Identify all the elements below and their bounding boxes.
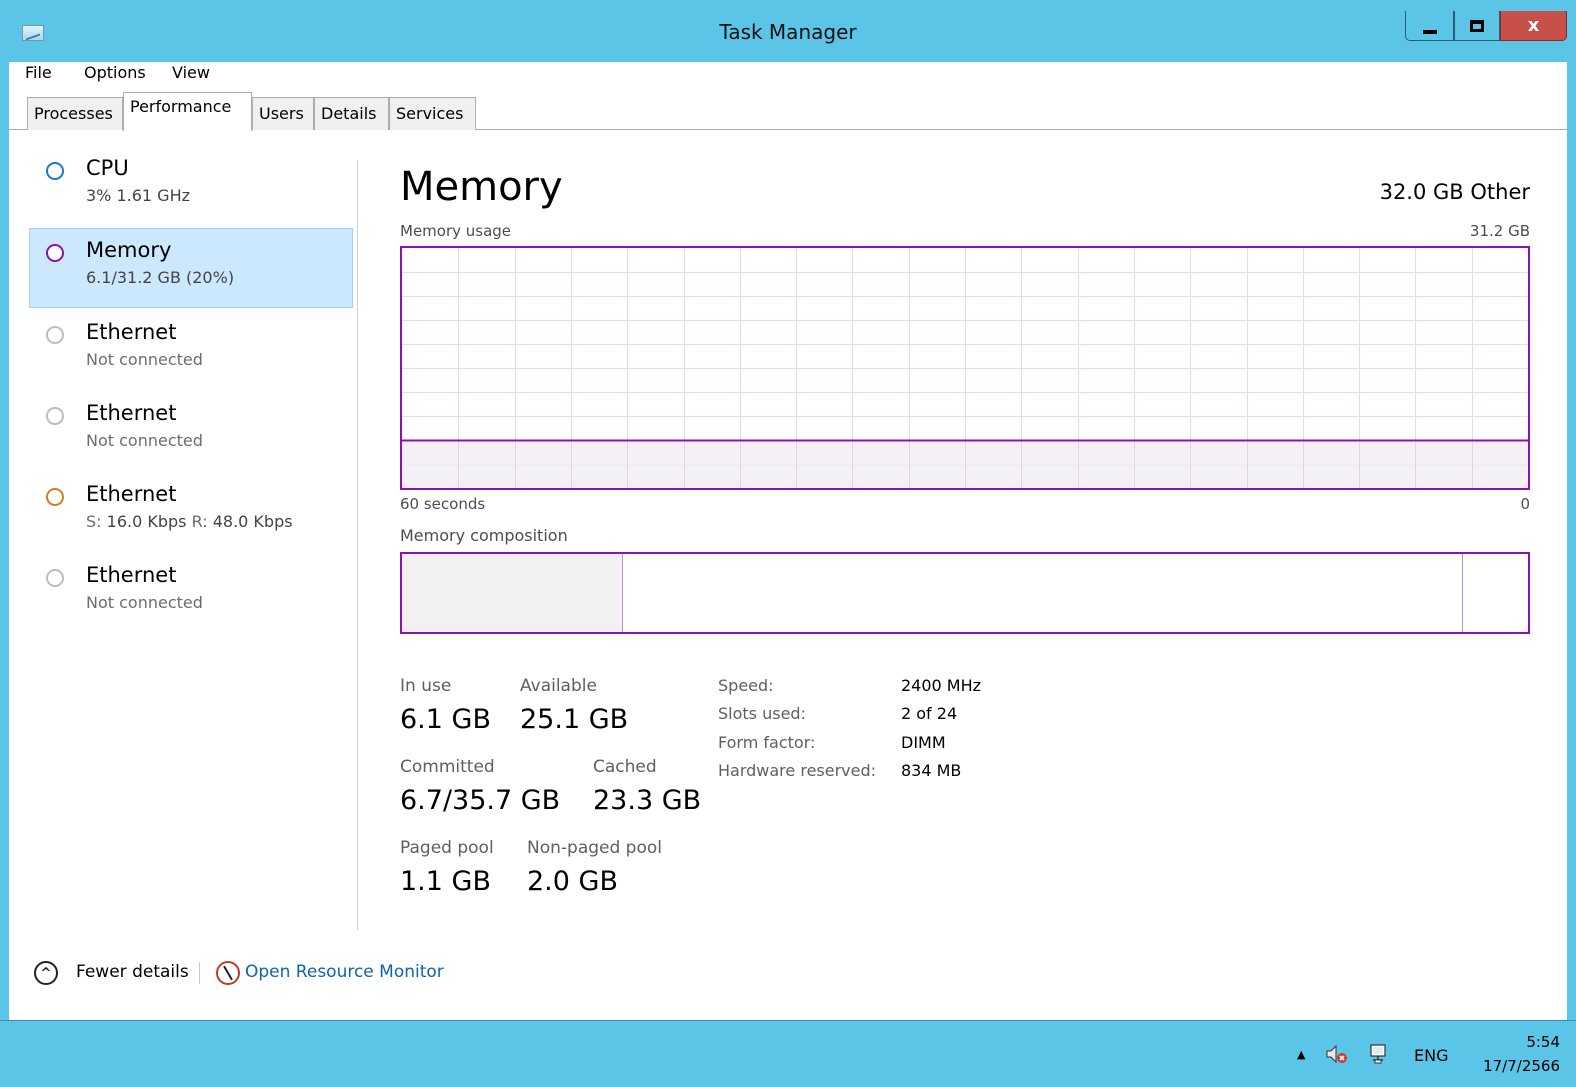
ethernet-status-ring-icon	[46, 326, 64, 344]
cached-label: Cached	[593, 757, 657, 777]
sidebar-item-memory[interactable]: Memory 6.1/31.2 GB (20%)	[29, 228, 353, 308]
ethernet-status-ring-icon	[46, 407, 64, 425]
available-value: 25.1 GB	[520, 704, 629, 735]
memory-composition-bar	[400, 552, 1530, 634]
memory-status-ring-icon	[46, 244, 64, 262]
speaker-muted-icon[interactable]	[1325, 1043, 1349, 1065]
slots-used-value: 2 of 24	[901, 704, 958, 723]
panel-splitter[interactable]	[357, 160, 358, 930]
form-factor-value: DIMM	[901, 733, 946, 752]
menu-options[interactable]: Options	[84, 63, 146, 82]
in-use-value: 6.1 GB	[400, 704, 491, 735]
usage-x-right-label: 0	[1520, 495, 1530, 513]
minimize-icon	[1422, 29, 1437, 34]
input-language-indicator[interactable]: ENG	[1414, 1046, 1448, 1065]
chevron-up-circle-icon[interactable]: ^	[34, 961, 58, 985]
sidebar-item-label: Ethernet	[86, 563, 177, 587]
sidebar-item-ethernet-1[interactable]: Ethernet Not connected	[29, 310, 353, 390]
menu-file[interactable]: File	[25, 63, 52, 82]
usage-max-label: 31.2 GB	[1469, 222, 1530, 240]
resource-total: 32.0 GB Other	[1379, 180, 1530, 204]
sidebar-item-detail: Not connected	[86, 431, 203, 450]
footer-divider	[199, 962, 200, 984]
non-paged-pool-value: 2.0 GB	[527, 866, 618, 897]
footer-bar: ^ Fewer details Open Resource Monitor	[9, 950, 1567, 1000]
maximize-icon	[1470, 19, 1484, 32]
sidebar-item-detail: Not connected	[86, 593, 203, 612]
send-rate: 16.0 Kbps	[106, 512, 187, 531]
send-label: S:	[86, 512, 102, 531]
ethernet-status-ring-icon	[46, 569, 64, 587]
sidebar-item-cpu[interactable]: CPU 3% 1.61 GHz	[29, 146, 353, 226]
sidebar-item-label: Memory	[86, 238, 172, 262]
composition-free-segment[interactable]	[1463, 554, 1528, 632]
sidebar-item-detail: 3% 1.61 GHz	[86, 186, 191, 205]
menu-view[interactable]: View	[172, 63, 210, 82]
minimize-button[interactable]	[1405, 11, 1454, 41]
sidebar-item-ethernet-2[interactable]: Ethernet Not connected	[29, 391, 353, 471]
sidebar-item-label: Ethernet	[86, 482, 177, 506]
sidebar-item-label: Ethernet	[86, 320, 177, 344]
paged-pool-label: Paged pool	[400, 838, 494, 858]
in-use-label: In use	[400, 676, 452, 696]
tab-users[interactable]: Users	[252, 97, 314, 130]
sidebar-item-label: CPU	[86, 156, 129, 180]
non-paged-pool-label: Non-paged pool	[527, 838, 662, 858]
composition-in-use-segment[interactable]	[402, 554, 623, 632]
ethernet-status-ring-icon	[46, 488, 64, 506]
hardware-reserved-value: 834 MB	[901, 761, 962, 780]
tab-processes[interactable]: Processes	[27, 97, 123, 130]
receive-label: R:	[191, 512, 208, 531]
paged-pool-value: 1.1 GB	[400, 866, 491, 897]
resource-monitor-icon[interactable]	[216, 961, 240, 985]
memory-usage-graph-canvas	[402, 248, 1528, 488]
tab-services[interactable]: Services	[389, 97, 476, 130]
committed-label: Committed	[400, 757, 495, 777]
form-factor-label: Form factor:	[718, 733, 816, 752]
sidebar-item-ethernet-4[interactable]: Ethernet Not connected	[29, 553, 353, 633]
composition-caption: Memory composition	[400, 526, 568, 545]
memory-usage-graph	[400, 246, 1530, 490]
usage-x-left-label: 60 seconds	[400, 495, 486, 513]
open-resource-monitor-link[interactable]: Open Resource Monitor	[245, 962, 444, 982]
clock-time[interactable]: 5:54	[1488, 1033, 1560, 1051]
usage-caption: Memory usage	[400, 222, 512, 240]
sidebar-item-detail: 6.1/31.2 GB (20%)	[86, 268, 235, 287]
maximize-button[interactable]	[1454, 11, 1500, 41]
receive-rate: 48.0 Kbps	[212, 512, 293, 531]
sidebar-item-detail: S: 16.0 Kbps R: 48.0 Kbps	[86, 512, 293, 531]
tab-details[interactable]: Details	[314, 97, 389, 130]
menu-bar: File Options View	[9, 62, 1567, 90]
close-button[interactable]: x	[1500, 11, 1567, 41]
speed-label: Speed:	[718, 676, 774, 695]
committed-value: 6.7/35.7 GB	[400, 785, 561, 816]
title-bar[interactable]: Task Manager x	[0, 0, 1576, 62]
close-icon: x	[1527, 14, 1540, 36]
performance-panel: CPU 3% 1.61 GHz Memory 6.1/31.2 GB (20%)…	[9, 130, 1567, 1020]
composition-standby-segment[interactable]	[623, 554, 1463, 632]
network-icon[interactable]	[1368, 1043, 1390, 1065]
cached-value: 23.3 GB	[593, 785, 702, 816]
sidebar-item-detail: Not connected	[86, 350, 203, 369]
hardware-reserved-label: Hardware reserved:	[718, 761, 877, 780]
window-title: Task Manager	[719, 20, 857, 44]
tab-strip: Processes Performance Users Details Serv…	[9, 90, 1567, 131]
speed-value: 2400 MHz	[901, 676, 982, 695]
resource-title: Memory	[400, 164, 563, 210]
cpu-status-ring-icon	[46, 162, 64, 180]
client-area: File Options View Processes Performance …	[9, 62, 1567, 1020]
sidebar-item-ethernet-3[interactable]: Ethernet S: 16.0 Kbps R: 48.0 Kbps	[29, 472, 353, 552]
slots-used-label: Slots used:	[718, 704, 806, 723]
fewer-details-button[interactable]: Fewer details	[76, 962, 189, 982]
tab-performance[interactable]: Performance	[123, 92, 252, 131]
taskbar: ▲ ENG 5:54 17/7/2566	[0, 1020, 1576, 1087]
sidebar-item-label: Ethernet	[86, 401, 177, 425]
clock-date[interactable]: 17/7/2566	[1470, 1057, 1560, 1075]
window-frame: Task Manager x File Options View Process…	[0, 0, 1576, 1087]
available-label: Available	[520, 676, 597, 696]
show-hidden-icons-icon[interactable]: ▲	[1297, 1048, 1305, 1061]
